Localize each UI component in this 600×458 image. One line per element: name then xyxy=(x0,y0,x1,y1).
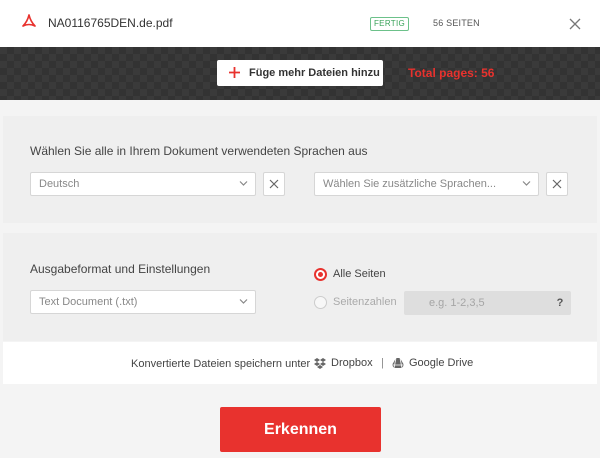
page-range-input[interactable] xyxy=(404,291,571,315)
google-drive-label: Google Drive xyxy=(409,357,474,369)
language-panel-title: Wählen Sie alle in Ihrem Dokument verwen… xyxy=(30,144,368,158)
close-icon xyxy=(552,179,562,189)
clear-additional-languages-button[interactable] xyxy=(546,172,568,196)
dropbox-link[interactable]: Dropbox xyxy=(314,357,373,369)
clear-primary-language-button[interactable] xyxy=(263,172,285,196)
chevron-down-icon xyxy=(239,181,248,186)
dropbox-label: Dropbox xyxy=(331,357,373,369)
dropbox-icon xyxy=(314,358,326,369)
link-separator: | xyxy=(381,357,384,369)
output-panel-title: Ausgabeformat und Einstellungen xyxy=(30,262,211,276)
plus-icon xyxy=(229,67,240,78)
recognize-button[interactable]: Erkennen xyxy=(220,407,381,452)
google-drive-link[interactable]: Google Drive xyxy=(392,357,473,369)
all-pages-radio[interactable] xyxy=(314,268,327,281)
total-pages: Total pages: 56 xyxy=(408,66,495,80)
add-files-button[interactable]: Füge mehr Dateien hinzu xyxy=(217,60,383,86)
file-bar: NA0116765DEN.de.pdf FERTIG 56 SEITEN xyxy=(0,0,600,47)
close-icon xyxy=(269,179,279,189)
file-name: NA0116765DEN.de.pdf xyxy=(48,16,173,30)
primary-language-value: Deutsch xyxy=(39,178,80,190)
add-files-label: Füge mehr Dateien hinzu xyxy=(249,67,380,79)
primary-language-select[interactable]: Deutsch xyxy=(30,172,256,196)
close-icon[interactable] xyxy=(568,17,582,31)
chevron-down-icon xyxy=(522,181,531,186)
output-format-select[interactable]: Text Document (.txt) xyxy=(30,290,256,314)
output-format-value: Text Document (.txt) xyxy=(39,296,138,308)
page-range-help-button[interactable]: ? xyxy=(549,291,571,315)
toolbar: Füge mehr Dateien hinzu Total pages: 56 xyxy=(0,47,600,100)
save-label: Konvertierte Dateien speichern unter xyxy=(131,358,311,370)
additional-languages-placeholder: Wählen Sie zusätzliche Sprachen... xyxy=(323,178,497,190)
page-numbers-radio[interactable] xyxy=(314,296,327,309)
all-pages-label[interactable]: Alle Seiten xyxy=(333,268,386,280)
language-panel: Wählen Sie alle in Ihrem Dokument verwen… xyxy=(3,116,597,223)
page-numbers-label[interactable]: Seitenzahlen xyxy=(333,296,397,308)
page-count: 56 SEITEN xyxy=(433,18,480,28)
google-drive-icon xyxy=(392,357,404,369)
pdf-icon xyxy=(22,14,36,27)
output-panel: Ausgabeformat und Einstellungen Text Doc… xyxy=(3,233,597,341)
chevron-down-icon xyxy=(239,299,248,304)
status-badge: FERTIG xyxy=(370,17,409,31)
save-destinations: Konvertierte Dateien speichern unter Dro… xyxy=(3,342,597,384)
additional-languages-select[interactable]: Wählen Sie zusätzliche Sprachen... xyxy=(314,172,539,196)
